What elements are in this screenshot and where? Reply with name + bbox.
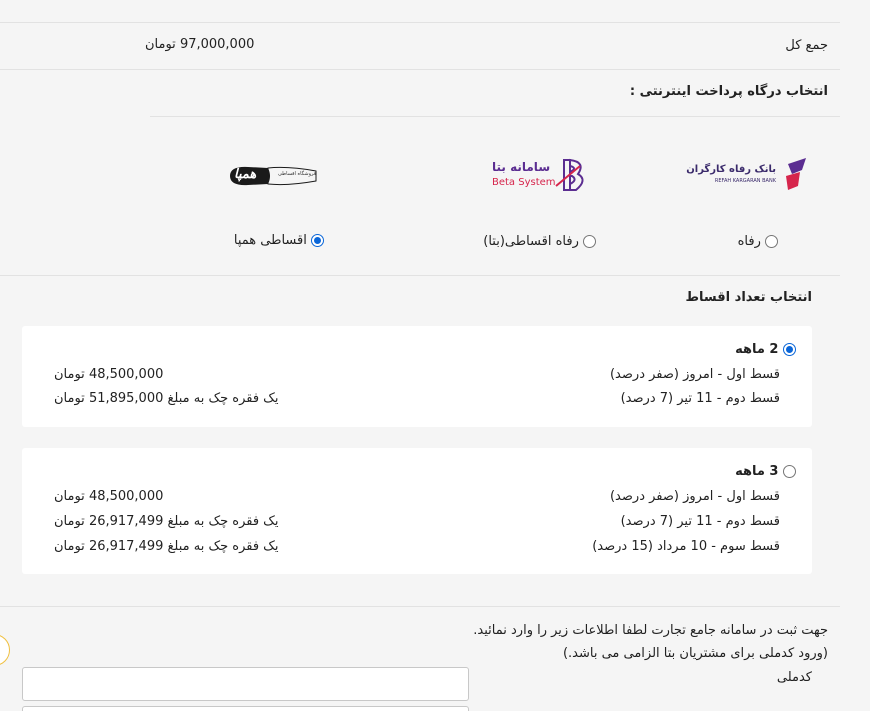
hampa-logo-subtext: فروشگاه اقساطی: [278, 171, 317, 177]
gateway-option-hampa[interactable]: اقساطی همپا: [234, 233, 324, 248]
hampa-logo-text: همپا: [234, 167, 257, 182]
divider: [150, 116, 840, 117]
refah-logo-subtext: REFAH KARGARAN BANK: [714, 178, 776, 184]
registration-note: جهت ثبت در سامانه جامع تجارت لطفا اطلاعا…: [473, 623, 828, 638]
installment-amount: 48,500,000 تومان: [54, 367, 164, 382]
installment-desc: قسط دوم - 11 تیر (7 درصد): [620, 514, 780, 529]
plan-title: 2 ماهه: [735, 342, 796, 357]
refah-bank-icon: [786, 158, 806, 190]
gateway-option-label: اقساطی همپا: [233, 233, 307, 248]
registration-subnote: (ورود کدملی برای مشتریان بتا الزامی می ب…: [562, 646, 828, 661]
beta-logo-text: سامانه بتا: [492, 160, 551, 174]
gateway-option-refah[interactable]: رفاه: [738, 234, 778, 249]
next-input-field[interactable]: [22, 706, 469, 711]
gateway-option-label: رفاه اقساطی(بتا): [483, 234, 579, 249]
installment-desc: قسط اول - امروز (صفر درصد): [609, 489, 780, 504]
plan-title-text: 3 ماهه: [735, 464, 779, 479]
plan-card-3-month[interactable]: 3 ماهه قسط اول - امروز (صفر درصد) 48,500…: [22, 448, 812, 574]
hampa-logo[interactable]: همپا فروشگاه اقساطی: [228, 162, 320, 190]
refah-bank-logo[interactable]: بانک رفاه کارگران REFAH KARGARAN BANK: [686, 156, 810, 196]
total-value: 97,000,000 تومان: [145, 37, 255, 52]
gateway-title: انتخاب درگاه پرداخت اینترنتی :: [629, 84, 828, 99]
radio-plan-3-month[interactable]: [783, 465, 796, 478]
installment-desc: قسط سوم - 10 مرداد (15 درصد): [592, 539, 780, 554]
beta-system-logo[interactable]: سامانه بتا Beta System: [490, 156, 590, 196]
installment-amount: یک فقره چک به مبلغ 51,895,000 تومان: [54, 391, 279, 406]
installment-amount: یک فقره چک به مبلغ 26,917,499 تومان: [54, 539, 279, 554]
beta-logo-subtext: Beta System: [492, 177, 556, 188]
total-label: جمع کل: [785, 38, 828, 53]
installment-amount: 48,500,000 تومان: [54, 489, 164, 504]
divider: [0, 69, 840, 70]
plan-card-2-month[interactable]: 2 ماهه قسط اول - امروز (صفر درصد) 48,500…: [22, 326, 812, 427]
gateway-option-beta[interactable]: رفاه اقساطی(بتا): [483, 234, 596, 249]
national-code-label: کدملی: [776, 670, 812, 685]
radio-hampa[interactable]: [311, 234, 324, 247]
divider: [0, 606, 840, 607]
gateway-option-label: رفاه: [737, 234, 761, 249]
radio-refah[interactable]: [765, 235, 778, 248]
floating-help-button[interactable]: [0, 634, 10, 666]
refah-logo-text: بانک رفاه کارگران: [686, 164, 776, 175]
plan-title: 3 ماهه: [735, 464, 796, 479]
radio-beta[interactable]: [583, 235, 596, 248]
installments-title: انتخاب تعداد اقساط: [685, 290, 812, 305]
plan-title-text: 2 ماهه: [735, 342, 779, 357]
installment-amount: یک فقره چک به مبلغ 26,917,499 تومان: [54, 514, 279, 529]
installment-desc: قسط دوم - 11 تیر (7 درصد): [620, 391, 780, 406]
national-code-input[interactable]: [22, 667, 469, 701]
divider: [0, 22, 840, 23]
divider: [0, 275, 840, 276]
radio-plan-2-month[interactable]: [783, 343, 796, 356]
installment-desc: قسط اول - امروز (صفر درصد): [609, 367, 780, 382]
